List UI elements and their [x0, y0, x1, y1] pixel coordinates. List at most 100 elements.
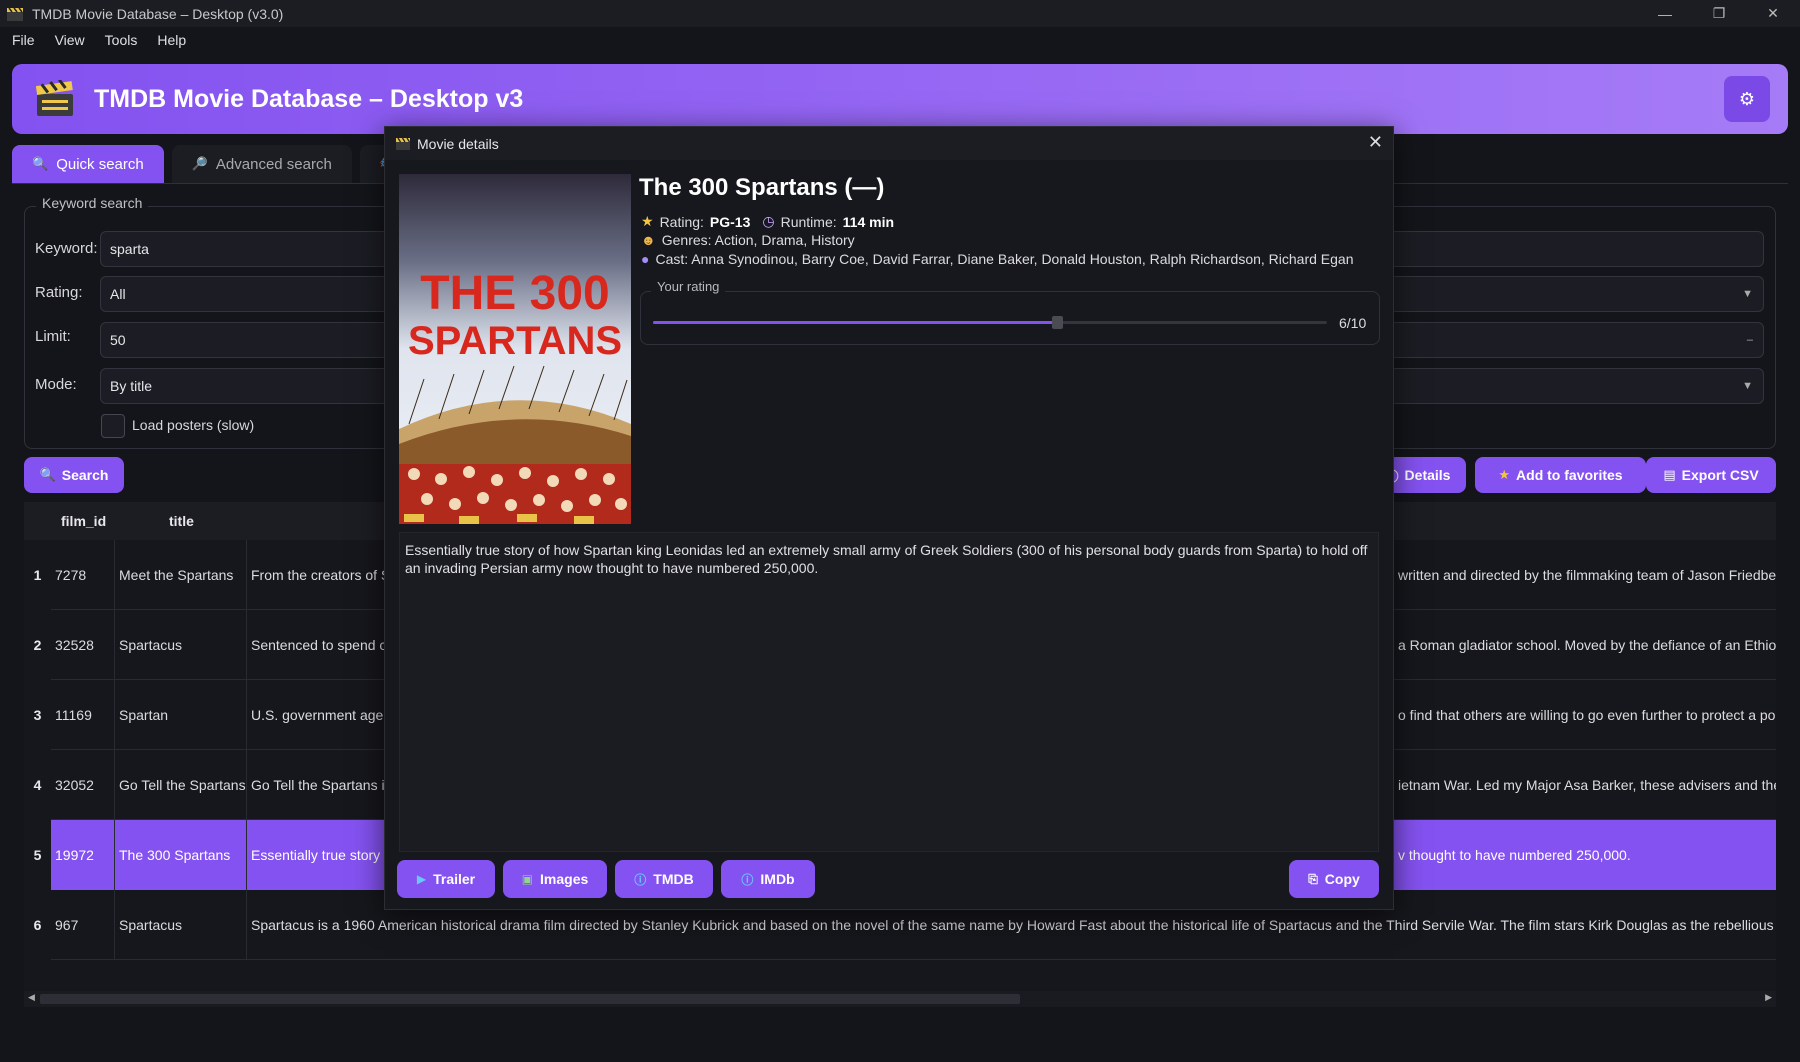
tmdb-label: TMDB — [653, 871, 694, 887]
cell-title: Spartan — [115, 680, 247, 750]
window-controls: — ❐ ✕ — [1638, 0, 1800, 27]
movie-poster: THE 300 SPARTANS — [399, 174, 631, 524]
imdb-button[interactable]: ⓘ IMDb — [721, 860, 815, 898]
movie-details-dialog: Movie details ✕ THE 300 SPARTANS The 300… — [384, 126, 1394, 910]
trailer-button[interactable]: ▶ Trailer — [397, 860, 495, 898]
dialog-titlebar: Movie details ✕ — [385, 127, 1393, 160]
keyword-label: Keyword: — [35, 240, 98, 257]
scroll-right-icon[interactable]: ▶ — [1765, 992, 1772, 1003]
export-button-label: Export CSV — [1681, 467, 1759, 483]
scrollbar-thumb[interactable] — [40, 994, 1020, 1004]
rating-value: All — [110, 286, 126, 302]
poster-title-line1: THE 300 — [420, 267, 609, 320]
cell-overview: U.S. government agen — [251, 707, 392, 723]
row-number: 4 — [24, 750, 51, 820]
menu-file[interactable]: File — [12, 32, 35, 48]
cast-line: ● Cast: Anna Synodinou, Barry Coe, David… — [641, 251, 1354, 267]
window-title: TMDB Movie Database – Desktop (v3.0) — [32, 5, 284, 22]
cell-title: Go Tell the Spartans — [115, 750, 247, 820]
row-number: 5 — [24, 820, 51, 890]
rating-label: Rating: — [659, 213, 704, 230]
menu-view[interactable]: View — [55, 32, 85, 48]
row-number: 1 — [24, 540, 51, 610]
row-number: 3 — [24, 680, 51, 750]
search-icon: 🔍 — [32, 156, 49, 171]
poster-image: THE 300 SPARTANS — [399, 174, 631, 524]
add-favorites-button[interactable]: ★ Add to favorites — [1475, 457, 1646, 493]
cell-overview: Sentenced to spend c — [251, 637, 387, 653]
cell-film-id: 11169 — [51, 680, 115, 750]
search-icon: 🔍 — [39, 467, 56, 482]
keyword-value: sparta — [110, 241, 149, 257]
app-header: TMDB Movie Database – Desktop v3 ⚙ — [12, 64, 1788, 134]
search-button[interactable]: 🔍 Search — [24, 457, 124, 493]
cell-film-id: 32052 — [51, 750, 115, 820]
tab-bar: 🔍 Quick search 🔎 Advanced search 🎭 Ge — [12, 145, 445, 183]
clipboard-icon: ⎘ — [1308, 871, 1318, 886]
cell-title: Spartacus — [115, 890, 247, 960]
trailer-label: Trailer — [433, 871, 476, 887]
mode-label: Mode: — [35, 376, 77, 393]
magnifier-icon: 🔎 — [191, 156, 208, 171]
minimize-button[interactable]: — — [1638, 0, 1692, 27]
menu-help[interactable]: Help — [157, 32, 186, 48]
menu-tools[interactable]: Tools — [105, 32, 138, 48]
play-icon: ▶ — [416, 872, 427, 886]
cell-overview: From the creators of S — [251, 567, 391, 583]
mode-value: By title — [110, 378, 153, 394]
menu-bar: File View Tools Help — [0, 27, 1800, 52]
clapperboard-icon — [396, 137, 411, 150]
horizontal-scrollbar[interactable]: ◀ ▶ — [24, 991, 1776, 1007]
column-header-film-id[interactable]: film_id — [61, 513, 106, 529]
settings-button[interactable]: ⚙ — [1724, 76, 1770, 122]
overview-text[interactable]: Essentially true story of how Spartan ki… — [399, 532, 1379, 852]
maximize-button[interactable]: ❐ — [1692, 0, 1746, 27]
close-window-button[interactable]: ✕ — [1746, 0, 1800, 27]
images-button[interactable]: ▣ Images — [503, 860, 607, 898]
tab-label: Advanced search — [215, 155, 332, 173]
tab-quick-search[interactable]: 🔍 Quick search — [12, 145, 164, 183]
rating-runtime-line: ★ Rating: PG-13 ◷ Runtime: 114 min — [641, 213, 894, 230]
genres-line: ☻ Genres: Action, Drama, History — [641, 232, 855, 248]
cell-overview: Go Tell the Spartans is — [251, 777, 392, 793]
cell-overview-visible: a Roman gladiator school. Moved by the d… — [1398, 637, 1776, 653]
cell-film-id: 19972 — [51, 820, 115, 890]
scroll-left-icon[interactable]: ◀ — [28, 992, 35, 1003]
star-icon: ★ — [641, 213, 654, 229]
star-icon: ★ — [1498, 467, 1511, 482]
clapperboard-icon — [7, 7, 23, 21]
image-icon: ▣ — [521, 872, 534, 886]
gear-icon: ⚙ — [1738, 88, 1756, 109]
rating-label: Rating: — [35, 284, 83, 301]
people-icon: ● — [641, 251, 650, 267]
cell-film-id: 32528 — [51, 610, 115, 680]
cell-title: The 300 Spartans — [115, 820, 247, 890]
dialog-title: Movie details — [417, 135, 499, 152]
copy-button[interactable]: ⎘ Copy — [1289, 860, 1379, 898]
chevron-down-icon: ▼ — [1742, 288, 1753, 300]
load-posters-checkbox[interactable] — [101, 414, 125, 438]
tab-advanced-search[interactable]: 🔎 Advanced search — [171, 145, 352, 183]
rating-value: PG-13 — [709, 213, 751, 230]
genre-masks-icon: ☻ — [641, 232, 656, 248]
export-csv-button[interactable]: ▤ Export CSV — [1646, 457, 1776, 493]
cell-title: Meet the Spartans — [115, 540, 247, 610]
imdb-label: IMDb — [760, 871, 795, 887]
tmdb-button[interactable]: ⓘ TMDB — [615, 860, 713, 898]
runtime-value: 114 min — [842, 213, 895, 230]
your-rating-value: 6/10 — [1339, 315, 1367, 331]
stepper-icon[interactable]: – — [1747, 334, 1753, 346]
close-icon[interactable]: ✕ — [1368, 132, 1383, 153]
search-button-label: Search — [61, 467, 109, 483]
your-rating-slider[interactable] — [653, 316, 1327, 329]
genres-text: Genres: Action, Drama, History — [661, 232, 855, 248]
images-label: Images — [540, 871, 589, 887]
group-legend: Keyword search — [36, 195, 149, 211]
cell-film-id: 967 — [51, 890, 115, 960]
clock-icon: ◷ — [762, 213, 775, 229]
slider-fill — [653, 321, 1058, 324]
slider-handle[interactable] — [1052, 316, 1064, 329]
info-icon: ⓘ — [741, 872, 754, 887]
column-header-title[interactable]: title — [169, 513, 194, 529]
info-icon: ⓘ — [634, 872, 647, 887]
